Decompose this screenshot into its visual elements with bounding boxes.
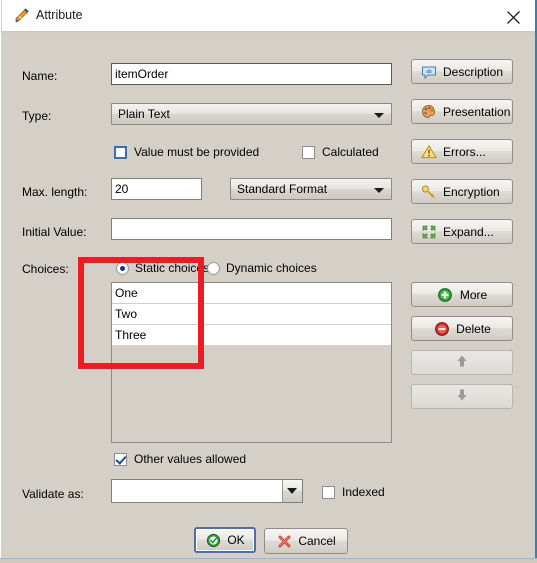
errors-button[interactable]: Errors...: [411, 139, 513, 164]
checkbox-box: [114, 452, 127, 466]
attribute-pencil-icon: [13, 8, 30, 25]
list-item[interactable]: One: [112, 283, 391, 304]
palette-icon: [420, 103, 437, 120]
delete-label: Delete: [456, 321, 491, 336]
speech-bubble-icon: ab: [420, 63, 437, 80]
type-dropdown-value: Plain Text: [118, 107, 170, 121]
value-required-checkbox[interactable]: Value must be provided: [114, 145, 259, 159]
checkbox-box: [114, 145, 127, 159]
dynamic-choices-radio[interactable]: Dynamic choices: [207, 261, 317, 275]
radio-button: [207, 261, 220, 275]
radio-button: [116, 261, 129, 275]
encryption-label: Encryption: [443, 184, 500, 199]
validate-as-combo[interactable]: [111, 479, 303, 503]
arrow-down-icon: [455, 387, 469, 406]
cancel-button[interactable]: Cancel: [264, 528, 348, 554]
svg-text:ab: ab: [426, 69, 432, 75]
choices-list[interactable]: One Two Three: [111, 282, 392, 443]
calculated-label: Calculated: [322, 145, 379, 159]
chevron-down-icon: [374, 113, 384, 118]
dialog-body: Name: Type: Plain Text Value must be pro…: [2, 33, 535, 561]
description-label: Description: [443, 64, 504, 79]
background-window-strip: [0, 558, 537, 563]
encryption-button[interactable]: Encryption: [411, 179, 513, 204]
red-minus-icon: [433, 320, 450, 337]
more-label: More: [459, 287, 488, 302]
chevron-down-icon: [374, 188, 384, 193]
green-check-icon: [205, 532, 221, 548]
indexed-checkbox[interactable]: Indexed: [322, 485, 385, 499]
format-dropdown[interactable]: Standard Format: [230, 178, 392, 200]
validate-as-label: Validate as:: [22, 487, 84, 501]
ok-label: OK: [227, 533, 245, 547]
warning-triangle-icon: [420, 143, 437, 160]
other-values-allowed-checkbox[interactable]: Other values allowed: [114, 452, 246, 466]
calculated-checkbox[interactable]: Calculated: [302, 145, 379, 159]
arrow-up-icon: [455, 353, 469, 372]
initial-value-input[interactable]: [111, 218, 392, 240]
expand-button[interactable]: Expand...: [411, 219, 513, 244]
presentation-label: Presentation: [443, 104, 511, 119]
description-button[interactable]: ab Description: [411, 59, 513, 84]
max-length-label: Max. length:: [22, 185, 88, 199]
initial-value-label: Initial Value:: [22, 225, 87, 239]
errors-label: Errors...: [443, 144, 486, 159]
indexed-label: Indexed: [342, 485, 385, 499]
red-x-icon: [276, 533, 292, 549]
cancel-label: Cancel: [298, 534, 336, 548]
name-label: Name:: [22, 69, 58, 83]
chevron-down-icon: [287, 488, 297, 494]
list-item[interactable]: Two: [112, 304, 391, 325]
name-input[interactable]: [111, 63, 392, 85]
more-button[interactable]: More: [411, 282, 513, 307]
presentation-button[interactable]: Presentation: [411, 99, 513, 124]
move-down-button[interactable]: [411, 384, 513, 409]
key-icon: [420, 183, 437, 200]
checkbox-box: [302, 145, 315, 159]
title-bar: Attribute: [2, 0, 535, 31]
other-values-allowed-label: Other values allowed: [134, 452, 247, 466]
window-title: Attribute: [36, 8, 83, 22]
delete-button[interactable]: Delete: [411, 316, 513, 341]
close-button[interactable]: [499, 5, 527, 29]
choices-label: Choices:: [22, 262, 69, 276]
max-length-input[interactable]: [111, 178, 202, 200]
ok-button[interactable]: OK: [194, 527, 256, 553]
move-up-button[interactable]: [411, 350, 513, 375]
list-item[interactable]: Three: [112, 325, 391, 346]
dynamic-choices-label: Dynamic choices: [226, 261, 317, 275]
type-label: Type:: [22, 109, 52, 123]
static-choices-radio[interactable]: Static choices: [116, 261, 209, 275]
static-choices-label: Static choices: [135, 261, 210, 275]
value-required-label: Value must be provided: [134, 145, 260, 159]
type-dropdown[interactable]: Plain Text: [111, 103, 392, 125]
expand-arrows-icon: [420, 223, 437, 240]
validate-as-dropdown-button[interactable]: [282, 480, 302, 502]
green-plus-icon: [437, 286, 454, 303]
format-dropdown-value: Standard Format: [237, 182, 328, 196]
attribute-dialog-window: Attribute Name: Type: Plain Text Value m…: [0, 0, 537, 562]
expand-label: Expand...: [443, 224, 494, 239]
checkbox-box: [322, 485, 335, 499]
